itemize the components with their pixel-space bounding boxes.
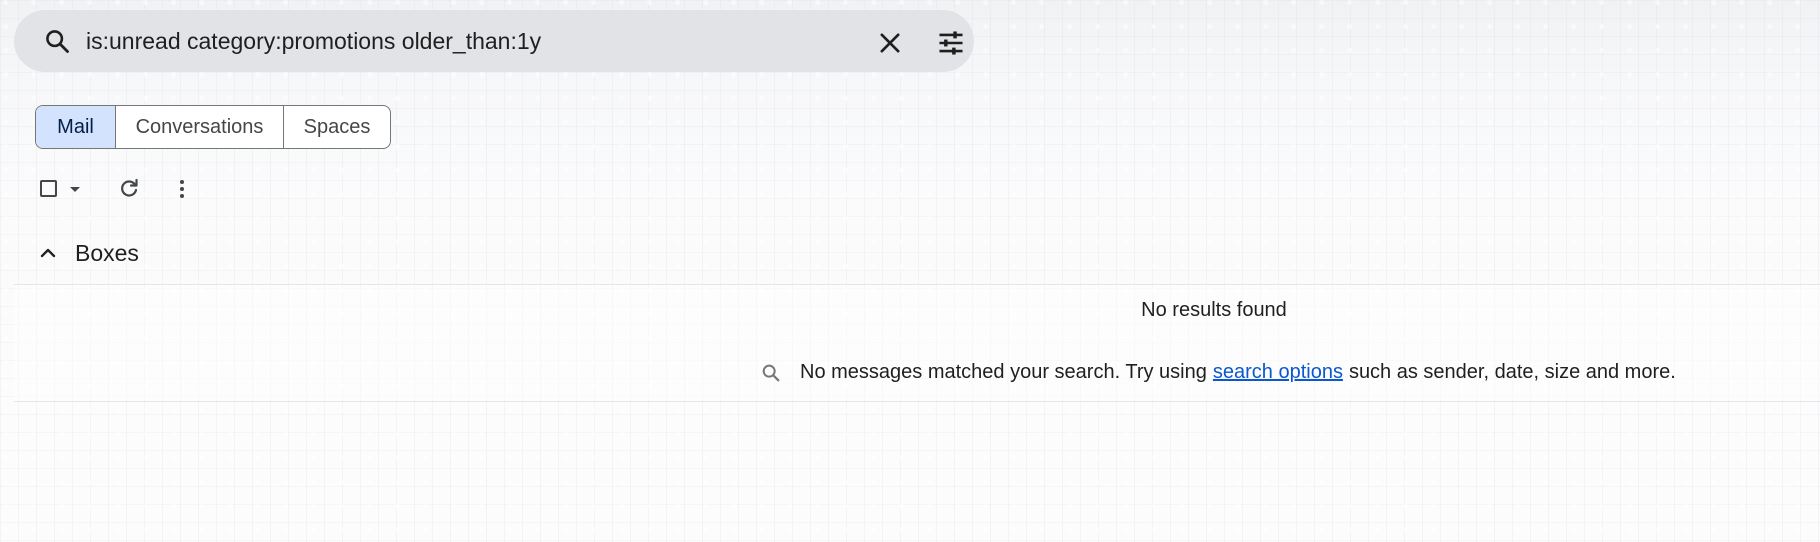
message-text-end: such as sender, date, size and more. <box>1348 361 1676 383</box>
more-vert-icon[interactable] <box>172 177 192 201</box>
tab-mail[interactable]: Mail <box>36 106 115 148</box>
search-input[interactable]: is:unread category:promotions older_than… <box>86 28 541 54</box>
search-bar[interactable]: is:unread category:promotions older_than… <box>14 10 974 72</box>
search-icon <box>760 362 782 384</box>
message-text: No messages matched your search. Try usi… <box>800 361 1207 383</box>
search-options-link[interactable]: search options <box>1213 361 1343 384</box>
section-title: Boxes <box>75 240 139 266</box>
chevron-up-icon[interactable] <box>38 243 58 263</box>
tab-conversations[interactable]: Conversations <box>115 106 283 148</box>
background-pattern <box>0 0 1820 542</box>
tab-spaces[interactable]: Spaces <box>283 106 390 148</box>
no-results-message: No messages matched your search. Try usi… <box>760 361 1676 384</box>
refresh-icon[interactable] <box>117 177 141 201</box>
results-list: No results found No messages matched you… <box>14 284 1820 402</box>
search-scope-tabs: Mail Conversations Spaces <box>35 105 391 149</box>
dropdown-caret-icon[interactable] <box>68 183 82 195</box>
tune-icon[interactable] <box>936 29 966 57</box>
select-all-checkbox[interactable] <box>40 180 57 197</box>
close-icon[interactable] <box>876 29 904 57</box>
search-icon[interactable] <box>43 27 71 55</box>
no-results-heading: No results found <box>1141 299 1287 321</box>
